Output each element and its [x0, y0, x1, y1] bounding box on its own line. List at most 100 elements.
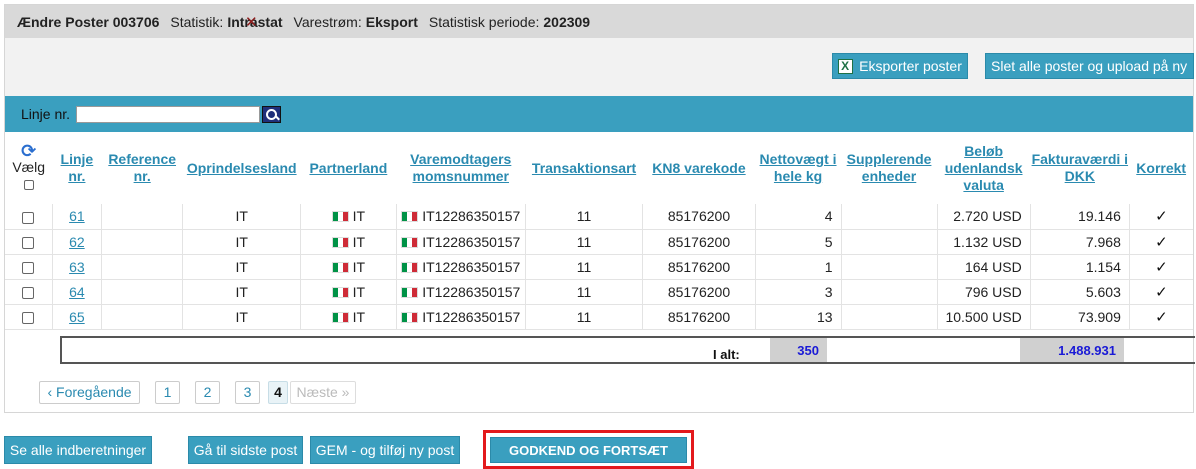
varestrom-value: Eksport [365, 13, 418, 30]
column-header-reference[interactable]: Reference nr. [101, 132, 183, 204]
row-checkbox[interactable] [22, 311, 35, 324]
reference-cell [101, 254, 184, 280]
italy-flag-icon [401, 236, 419, 248]
column-header-invoice-dkk[interactable]: Fakturaværdi i DKK [1030, 132, 1129, 204]
table-row: 63 IT IT IT12286350157 11 85176200 1 164… [5, 254, 1193, 280]
go-to-last-post-button[interactable]: Gå til sidste post [188, 436, 303, 464]
refresh-icon[interactable]: ⟳ [5, 142, 52, 160]
line-link[interactable]: 63 [52, 254, 102, 280]
varestrom-label: Varestrøm: [293, 13, 362, 30]
table-row: 61 IT IT IT12286350157 11 85176200 4 2.7… [5, 204, 1193, 230]
weight-cell: 13 [755, 304, 842, 330]
line-link[interactable]: 64 [52, 279, 102, 305]
line-filter-input[interactable] [76, 105, 261, 123]
transaction-cell: 11 [525, 229, 644, 255]
column-header-weight[interactable]: Nettovægt i hele kg [755, 132, 841, 204]
vat-cell: IT12286350157 [396, 304, 526, 330]
supplementary-cell [841, 204, 938, 230]
column-header-transaction[interactable]: Transaktionsart [525, 132, 643, 204]
kn8-cell: 85176200 [642, 229, 756, 255]
action-area: Eksporter poster Slet alle poster og upl… [5, 38, 1194, 96]
approve-continue-button[interactable]: GODKEND OG FORTSÆT [490, 437, 687, 463]
invoice-dkk-cell: 5.603 [1030, 279, 1130, 305]
delete-reupload-button[interactable]: Slet alle poster og upload på ny [985, 53, 1194, 79]
total-weight: 350 [770, 338, 827, 362]
italy-flag-icon [331, 311, 349, 323]
export-button-label: Eksporter poster [859, 58, 962, 74]
previous-page-button[interactable]: ‹ Foregående [39, 380, 140, 404]
statistik-label: Statistik: [170, 13, 224, 30]
kn8-cell: 85176200 [642, 304, 756, 330]
partner-cell: IT [300, 279, 397, 305]
line-link[interactable]: 61 [52, 204, 102, 230]
column-header-kn8[interactable]: KN8 varekode [643, 132, 755, 204]
total-label: I alt: [713, 347, 740, 362]
column-header-supplementary[interactable]: Supplerende enheder [841, 132, 937, 204]
save-add-new-post-button[interactable]: GEM - og tilføj ny post [310, 436, 460, 464]
italy-flag-icon [401, 211, 419, 223]
italy-flag-icon [331, 286, 349, 298]
partner-value: IT [352, 258, 366, 275]
reference-cell [101, 229, 184, 255]
row-checkbox[interactable] [22, 236, 35, 249]
vat-cell: IT12286350157 [396, 229, 526, 255]
column-header-foreign-amount[interactable]: Beløb udenlandsk valuta [937, 132, 1030, 204]
vat-cell: IT12286350157 [396, 204, 526, 230]
supplementary-cell [841, 279, 938, 305]
supplementary-cell [841, 254, 938, 280]
filter-bar: Linje nr. [5, 96, 1193, 132]
column-header-correct[interactable]: Korrekt [1129, 132, 1193, 204]
excel-icon [838, 58, 854, 74]
origin-cell: IT [182, 229, 301, 255]
partner-value: IT [352, 208, 366, 225]
table-header-row: ⟳ Vælg Linje nr. Reference nr. Oprindels… [5, 132, 1193, 204]
invoice-dkk-cell: 19.146 [1030, 204, 1130, 230]
transaction-cell: 11 [525, 204, 644, 230]
page-2-button[interactable]: 2 [195, 380, 220, 404]
kn8-cell: 85176200 [642, 254, 756, 280]
column-header-vat[interactable]: Varemodtagers momsnummer [396, 132, 525, 204]
italy-flag-icon [401, 261, 419, 273]
current-page: 4 [268, 380, 288, 404]
row-checkbox[interactable] [22, 211, 35, 224]
line-link[interactable]: 62 [52, 229, 102, 255]
partner-value: IT [352, 283, 366, 300]
row-checkbox[interactable] [22, 286, 35, 299]
line-link[interactable]: 65 [52, 304, 102, 330]
invoice-dkk-cell: 7.968 [1030, 229, 1130, 255]
weight-cell: 5 [755, 229, 842, 255]
export-button[interactable]: Eksporter poster [832, 53, 968, 79]
correct-check-icon: ✓ [1129, 229, 1193, 255]
line-filter-label: Linje nr. [21, 106, 71, 122]
select-all-checkbox[interactable] [23, 180, 34, 191]
clear-icon[interactable]: ✕ [245, 15, 258, 30]
italy-flag-icon [401, 286, 419, 298]
correct-check-icon: ✓ [1129, 304, 1193, 330]
kn8-cell: 85176200 [642, 204, 756, 230]
italy-flag-icon [401, 311, 419, 323]
origin-cell: IT [182, 204, 301, 230]
main-panel: Ændre Poster 003706 Statistik: Intrastat… [4, 4, 1195, 413]
origin-cell: IT [182, 254, 301, 280]
partner-cell: IT [300, 204, 397, 230]
weight-cell: 1 [755, 254, 842, 280]
posts-table: ⟳ Vælg Linje nr. Reference nr. Oprindels… [5, 132, 1193, 330]
pagination: ‹ Foregående 1 2 3 4 Næste » [39, 380, 371, 404]
column-header-partner[interactable]: Partnerland [301, 132, 397, 204]
page-title: Ændre Poster 003706 [17, 13, 160, 30]
search-icon[interactable] [262, 105, 282, 123]
foreign-amount-cell: 164 USD [937, 254, 1031, 280]
row-checkbox[interactable] [22, 261, 35, 274]
correct-check-icon: ✓ [1129, 279, 1193, 305]
column-header-origin[interactable]: Oprindelsesland [183, 132, 301, 204]
column-header-line[interactable]: Linje nr. [52, 132, 101, 204]
page-3-button[interactable]: 3 [235, 380, 260, 404]
origin-cell: IT [182, 279, 301, 305]
supplementary-cell [841, 229, 938, 255]
vat-value: IT12286350157 [422, 308, 521, 325]
page-1-button[interactable]: 1 [155, 380, 180, 404]
invoice-dkk-cell: 73.909 [1030, 304, 1130, 330]
table-row: 65 IT IT IT12286350157 11 85176200 13 10… [5, 304, 1193, 330]
all-reports-button[interactable]: Se alle indberetninger [4, 436, 152, 464]
partner-value: IT [352, 233, 366, 250]
